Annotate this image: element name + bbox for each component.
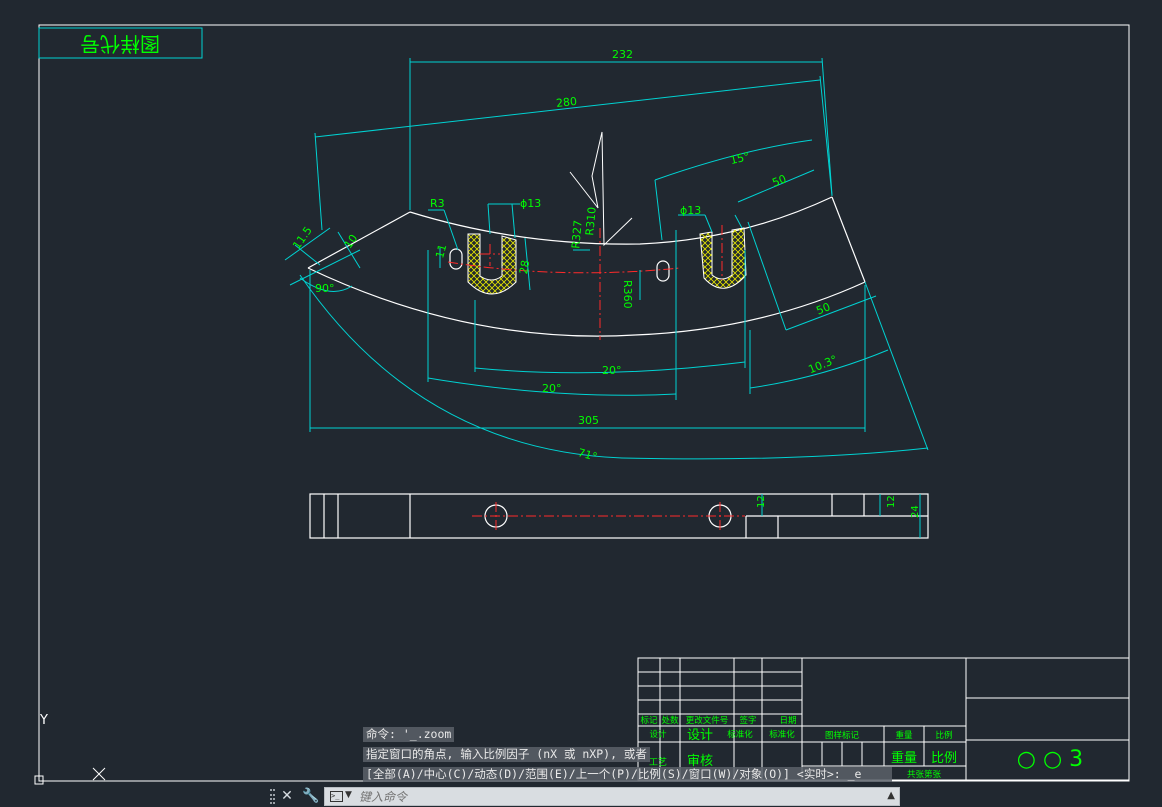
tb-drawing-number: ○ ○ 3 (1017, 747, 1083, 772)
ucs-icon (34, 728, 106, 785)
tb-scale-big: 比例 (931, 751, 957, 766)
tb-standard-1: 标准化 (727, 729, 753, 740)
slot-right-hatched (699, 227, 747, 289)
tb-stage-mark: 图样标记 (825, 730, 860, 741)
command-bar: ✕ 🔧 >_ ▼ ▲ (268, 786, 900, 807)
dim-20deg-outer: 20° (542, 382, 562, 395)
dim-r3: R3 (430, 197, 445, 210)
dimension-lines (284, 57, 929, 460)
dim-50-right: 50 (814, 300, 832, 317)
terminal-icon[interactable]: >_ (330, 791, 343, 802)
tb-scale: 比例 (935, 730, 952, 741)
dim-15deg: 15° (729, 150, 751, 167)
tb-header-change: 更改文件号 (686, 715, 729, 726)
command-input[interactable] (359, 788, 859, 805)
dim-280: 280 (555, 95, 577, 110)
stamp-text: 图样代号 (80, 32, 160, 56)
tb-header-count: 处数 (661, 715, 679, 726)
tb-header-date: 日期 (779, 716, 796, 726)
tb-sheets: 共张第张 (907, 769, 942, 780)
ucs-y-label: Y (39, 713, 48, 728)
command-input-box[interactable]: >_ ▼ ▲ (324, 787, 900, 806)
dim-305: 305 (578, 414, 599, 427)
tb-weight: 重量 (895, 730, 913, 741)
chevron-up-icon[interactable]: ▲ (887, 790, 895, 801)
chevron-down-icon[interactable]: ▼ (345, 790, 352, 800)
command-history-line-3: [全部(A)/中心(C)/动态(D)/范围(E)/上一个(P)/比例(S)/窗口… (363, 767, 892, 782)
tb-weight-big: 重量 (891, 750, 917, 766)
tb-standard-2: 标准化 (769, 729, 795, 740)
tb-design: 设计 (649, 729, 667, 740)
dim-phi13-left: ϕ13 (520, 197, 541, 210)
drawing-canvas[interactable]: 图样代号 232 280 305 R3 ϕ13 ϕ13 15° 50 50 11… (0, 0, 1162, 807)
close-icon[interactable]: ✕ (280, 788, 294, 805)
dim-r360: R360 (621, 280, 634, 309)
dim-232: 232 (612, 48, 633, 61)
dim-phi13-right: ϕ13 (680, 204, 701, 217)
drag-handle-icon[interactable] (270, 789, 275, 804)
top-view-centerlines (472, 502, 745, 530)
dim-11: 11 (433, 243, 449, 260)
tb-design-big: 设计 (687, 728, 713, 743)
tb-header-sign: 签字 (739, 715, 756, 726)
slot-left-hatched (467, 233, 517, 295)
dim-24: 24 (910, 505, 921, 518)
dim-r310: R310 (583, 206, 598, 236)
dim-20deg-inner: 20° (602, 364, 622, 377)
dim-90deg: 90° (315, 282, 335, 295)
command-history-line-1: 命令: '_.zoom (363, 727, 455, 742)
tb-header-mark: 标记 (640, 715, 658, 726)
dim-12-right: 12 (886, 495, 897, 508)
dim-11-5: 11.5 (290, 224, 315, 252)
dim-28: 28 (517, 259, 532, 275)
dim-71deg: 71° (576, 446, 598, 464)
dim-12-left: 12 (756, 495, 767, 508)
wrench-icon[interactable]: 🔧 (302, 788, 319, 805)
command-history-line-2: 指定窗口的角点, 输入比例因子 (nX 或 nXP), 或者 (363, 747, 650, 762)
